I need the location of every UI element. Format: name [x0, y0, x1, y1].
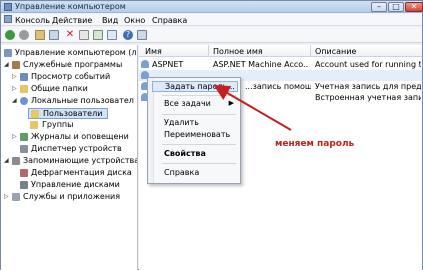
show-hide-tree-icon[interactable]	[49, 30, 59, 40]
tree-item-local-users[interactable]: ◢ Локальные пользовател	[12, 96, 137, 107]
menu-item-label: Удалить	[164, 118, 199, 127]
tree-item-logs-alerts[interactable]: ▷ Журналы и оповещени	[12, 132, 137, 143]
cell-description: Учетная запись для предостав...	[315, 82, 421, 91]
column-separator	[208, 45, 209, 57]
expand-icon[interactable]: ▷	[12, 86, 17, 92]
users-icon	[20, 97, 28, 105]
refresh-icon[interactable]	[93, 30, 103, 40]
column-full-name[interactable]: Полное имя	[213, 47, 263, 56]
menu-item-rename[interactable]: Переименовать	[152, 130, 238, 141]
back-icon[interactable]	[5, 30, 15, 40]
minimize-button[interactable]: –	[371, 2, 387, 12]
tree-item-disk-management[interactable]: Управление дисками	[20, 180, 137, 191]
menu-action[interactable]: Действие	[52, 16, 92, 25]
tree-item-device-manager[interactable]: Диспетчер устройств	[20, 144, 137, 155]
toolbar: ✕ ?	[1, 27, 422, 43]
cell-description: Встроенная учетная запись д...	[315, 93, 421, 102]
tree-item-system-tools[interactable]: ◢ Служебные программы	[4, 60, 134, 71]
cell-full-name: ...запись помощ...	[245, 82, 311, 91]
expand-icon[interactable]: ▷	[12, 74, 17, 80]
menu-separator	[162, 95, 236, 96]
menu-help[interactable]: Справка	[152, 16, 187, 25]
window-title: Управление компьютером	[15, 2, 126, 11]
tree-item-defrag[interactable]: Дефрагментация диска	[20, 168, 137, 179]
tree-item-event-viewer[interactable]: ▷ Просмотр событий	[12, 72, 137, 83]
services-icon	[12, 193, 20, 201]
logs-icon	[20, 133, 28, 141]
menu-item-label: Все задачи	[164, 99, 211, 108]
console-tree: Управление компьютером (ло ◢ Служебные п…	[1, 45, 138, 270]
menu-bar: Консоль Действие Вид Окно Справка	[1, 14, 422, 26]
cell-name: ASPNET	[152, 60, 184, 69]
device-manager-icon	[20, 145, 28, 153]
menu-item-label: Задать пароль...	[165, 82, 235, 91]
context-menu: Задать пароль... Все задачи ▶ Удалить Пе…	[147, 77, 241, 184]
column-name[interactable]: Имя	[145, 47, 162, 56]
menu-separator	[162, 144, 236, 145]
close-button[interactable]: ✕	[405, 2, 423, 12]
menu-item-properties[interactable]: Свойства	[152, 149, 238, 160]
up-folder-icon[interactable]	[35, 30, 45, 40]
title-bar: Управление компьютером – □ ✕	[1, 1, 423, 13]
menu-separator	[162, 114, 236, 115]
forward-icon[interactable]	[19, 30, 29, 40]
column-description[interactable]: Описание	[315, 47, 356, 56]
properties-icon[interactable]	[79, 30, 89, 40]
delete-icon[interactable]: ✕	[65, 30, 75, 40]
menu-view[interactable]: Вид	[102, 16, 118, 25]
menu-item-label: Свойства	[164, 149, 206, 158]
computer-management-window: Управление компьютером – □ ✕ Консоль Дей…	[0, 0, 423, 270]
maximize-button[interactable]: □	[388, 2, 404, 12]
computer-icon	[4, 49, 12, 57]
app-icon	[4, 3, 12, 11]
menu-app-icon[interactable]	[4, 15, 12, 23]
tree-item-groups[interactable]: Группы	[30, 120, 110, 131]
event-viewer-icon	[20, 73, 28, 81]
menu-item-set-password[interactable]: Задать пароль...	[152, 81, 238, 92]
expand-icon[interactable]: ▷	[12, 134, 17, 140]
menu-item-all-tasks[interactable]: Все задачи ▶	[152, 99, 238, 110]
folder-icon	[31, 110, 39, 118]
menu-separator	[162, 163, 236, 164]
defrag-icon	[20, 169, 28, 177]
tree-item-shared-folders[interactable]: ▷ Общие папки	[12, 84, 137, 95]
folder-icon	[20, 85, 28, 93]
menu-window[interactable]: Окно	[124, 16, 145, 25]
export-icon[interactable]	[107, 30, 117, 40]
expand-icon[interactable]: ▷	[4, 194, 9, 200]
tree-item-users[interactable]: Пользователи	[28, 108, 108, 119]
menu-console[interactable]: Консоль	[15, 16, 50, 25]
storage-icon	[12, 157, 20, 165]
list-header: Имя Полное имя Описание	[139, 45, 422, 57]
collapse-icon[interactable]: ◢	[4, 158, 9, 164]
annotation-text: меняем пароль	[275, 139, 355, 149]
tree-item-storage[interactable]: ◢ Запоминающие устройства	[4, 156, 137, 167]
folder-icon	[30, 121, 38, 129]
cell-full-name: ASP.NET Machine Acco...	[213, 60, 308, 69]
menu-item-help[interactable]: Справка	[152, 168, 238, 179]
collapse-icon[interactable]: ◢	[4, 62, 9, 68]
menu-item-label: Справка	[164, 168, 200, 177]
column-separator	[310, 45, 311, 57]
cell-description: Account used for running the A	[315, 60, 421, 69]
tools-icon	[12, 61, 20, 69]
submenu-arrow-icon: ▶	[228, 99, 234, 107]
view-icon[interactable]	[137, 30, 147, 40]
help-icon[interactable]: ?	[123, 30, 133, 40]
menu-item-delete[interactable]: Удалить	[152, 118, 238, 129]
tree-item-services-apps[interactable]: ▷ Службы и приложения	[4, 192, 137, 203]
menu-item-label: Переименовать	[164, 130, 231, 139]
user-icon	[141, 60, 149, 68]
collapse-icon[interactable]: ◢	[12, 98, 17, 104]
disk-icon	[20, 181, 28, 189]
table-row[interactable]: ASPNET ASP.NET Machine Acco... Account u…	[139, 59, 422, 70]
